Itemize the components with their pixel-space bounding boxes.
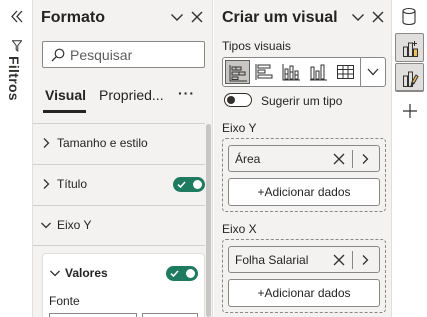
active-tab-indicator xyxy=(43,110,86,113)
build-visual-pane: Criar um visual Tipos visuais Sugerir um… xyxy=(214,0,392,317)
stacked-bar-icon xyxy=(229,65,247,82)
chevron-down-icon[interactable] xyxy=(49,267,61,279)
x-axis-add-data-button[interactable]: +Adicionar dados xyxy=(228,279,380,307)
visual-type-clustered-column[interactable] xyxy=(306,60,331,84)
close-build-pane-icon[interactable] xyxy=(370,9,386,25)
check-icon xyxy=(170,269,179,278)
format-pane-title: Formato xyxy=(41,9,105,26)
chevron-right-icon[interactable] xyxy=(359,254,371,266)
visual-type-table[interactable] xyxy=(333,60,358,84)
database-icon xyxy=(402,7,416,26)
expand-filters-icon[interactable] xyxy=(8,8,25,25)
y-axis-well: Área +Adicionar dados xyxy=(222,138,386,212)
suggest-type-toggle[interactable] xyxy=(224,93,252,107)
y-axis-field-pill[interactable]: Área xyxy=(228,145,380,172)
field-name: Folha Salarial xyxy=(235,253,309,267)
check-icon xyxy=(177,180,186,189)
table-icon xyxy=(337,65,354,79)
build-pane-title: Criar um visual xyxy=(222,9,338,26)
toggle-knob xyxy=(227,96,235,104)
valores-toggle[interactable] xyxy=(166,266,198,281)
section-eixo-y[interactable]: Eixo Y xyxy=(33,206,205,246)
clustered-bar-icon xyxy=(255,64,273,80)
format-visual-icon xyxy=(403,71,419,88)
section-label: Tamanho e estilo xyxy=(57,136,148,150)
visual-type-stacked-column[interactable] xyxy=(279,60,304,84)
divider xyxy=(33,245,205,246)
data-pane-button[interactable] xyxy=(395,2,424,31)
chevron-right-icon xyxy=(40,178,52,190)
visual-type-stacked-bar[interactable] xyxy=(225,60,250,84)
format-search-box[interactable] xyxy=(42,41,205,68)
font-family-dropdown[interactable] xyxy=(49,313,137,317)
y-axis-well-label: Eixo Y xyxy=(222,121,257,135)
add-pane-button[interactable] xyxy=(395,97,424,126)
right-icon-rail xyxy=(392,0,427,317)
clustered-column-icon xyxy=(310,64,327,81)
filters-rail: Filtros xyxy=(0,0,33,317)
search-icon xyxy=(51,48,65,62)
stacked-column-icon xyxy=(282,64,300,81)
divider xyxy=(396,90,423,91)
section-label: Valores xyxy=(65,266,108,280)
toggle-knob xyxy=(186,269,195,278)
expand-visual-types-button[interactable] xyxy=(360,58,385,86)
format-pane: Formato Visual Propried... ··· Tamanho e… xyxy=(33,0,213,317)
filters-rail-button[interactable]: Filtros xyxy=(4,36,29,116)
collapse-format-pane-icon[interactable] xyxy=(169,9,185,25)
remove-field-icon[interactable] xyxy=(332,253,346,267)
chevron-right-icon[interactable] xyxy=(359,153,371,165)
section-label: Eixo Y xyxy=(57,218,92,232)
collapse-build-pane-icon[interactable] xyxy=(350,9,366,25)
format-pane-scrollbar[interactable] xyxy=(206,124,211,317)
filters-label: Filtros xyxy=(6,56,22,101)
x-axis-well-label: Eixo X xyxy=(222,222,257,236)
field-name: Área xyxy=(235,152,261,166)
remove-field-icon[interactable] xyxy=(332,152,346,166)
format-visual-button[interactable] xyxy=(395,63,424,92)
tab-visual[interactable]: Visual xyxy=(45,87,86,103)
funnel-icon xyxy=(12,40,22,52)
visual-types-label: Tipos visuais xyxy=(222,39,291,53)
section-titulo[interactable]: Título xyxy=(33,165,205,205)
add-icon xyxy=(403,104,417,118)
build-visual-icon xyxy=(403,41,418,57)
titulo-toggle[interactable] xyxy=(173,177,205,192)
visual-type-clustered-bar[interactable] xyxy=(252,60,277,84)
visual-types-gallery xyxy=(222,57,386,87)
font-size-input[interactable] xyxy=(142,313,198,317)
y-axis-add-data-button[interactable]: +Adicionar dados xyxy=(228,178,380,206)
section-tamanho-e-estilo[interactable]: Tamanho e estilo xyxy=(33,124,205,164)
chevron-right-icon xyxy=(40,137,52,149)
toggle-knob xyxy=(193,180,202,189)
build-visual-button[interactable] xyxy=(395,33,424,62)
x-axis-well: Folha Salarial +Adicionar dados xyxy=(222,239,386,313)
close-format-pane-icon[interactable] xyxy=(189,9,205,25)
divider xyxy=(352,150,353,168)
divider xyxy=(352,251,353,269)
tab-properties[interactable]: Propried... xyxy=(99,87,164,103)
chevron-down-icon xyxy=(367,68,379,76)
section-label: Título xyxy=(57,177,88,191)
suggest-type-label: Sugerir um tipo xyxy=(261,94,343,108)
font-label: Fonte xyxy=(49,294,80,308)
format-search-input[interactable] xyxy=(70,44,200,65)
card-valores: Valores Fonte xyxy=(42,253,205,317)
x-axis-field-pill[interactable]: Folha Salarial xyxy=(228,246,380,273)
more-options-icon[interactable]: ··· xyxy=(178,85,195,101)
chevron-down-icon xyxy=(40,219,52,231)
